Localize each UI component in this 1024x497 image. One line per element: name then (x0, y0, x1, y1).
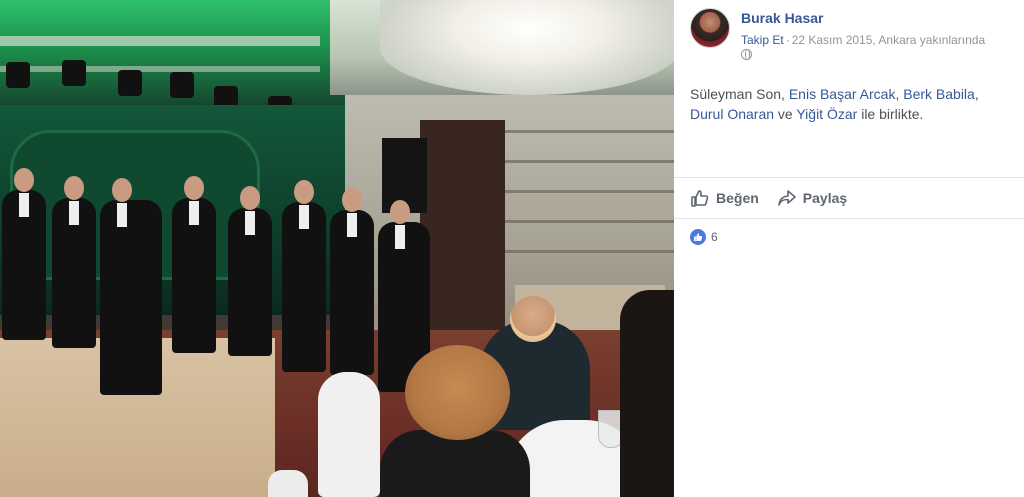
person-in-tuxedo (52, 176, 96, 348)
post-header: Burak Hasar Takip Et · 22 Kasım 2015, Anka… (690, 8, 1024, 64)
like-label: Beğen (716, 190, 759, 206)
post-date[interactable]: 22 Kasım 2015, Ankara yakınlarında (792, 33, 985, 47)
share-arrow-icon (777, 190, 796, 206)
divider (674, 218, 1024, 219)
author-name[interactable]: Burak Hasar (741, 10, 824, 26)
reaction-count: 6 (711, 230, 718, 244)
share-button[interactable]: Paylaş (777, 188, 847, 208)
follow-link[interactable]: Takip Et (741, 33, 784, 47)
foreground-woman-hair (405, 345, 510, 440)
tagged-person-link[interactable]: Berk Babila (903, 86, 975, 102)
tagged-person-link[interactable]: Yiğit Özar (796, 106, 857, 122)
thumbs-up-icon (691, 190, 709, 207)
share-label: Paylaş (802, 190, 848, 206)
partial-person (620, 290, 674, 497)
speaker-with-microphone (100, 178, 162, 395)
stage-spotlight (62, 60, 86, 86)
person-in-tuxedo (282, 180, 326, 372)
avatar[interactable] (690, 8, 730, 48)
wall-stripe (500, 190, 674, 193)
wall-stripe (500, 220, 674, 223)
like-button[interactable]: Beğen (690, 188, 759, 208)
post-meta: Takip Et · 22 Kasım 2015, Ankara yakınları… (741, 33, 1024, 47)
tagged-person-link[interactable]: Durul Onaran (690, 106, 774, 122)
divider (674, 177, 1024, 178)
person-in-tuxedo (330, 188, 374, 375)
white-chair (318, 372, 380, 497)
globe-icon[interactable] (741, 49, 752, 60)
post-photo[interactable] (0, 0, 674, 497)
caption-tail: ile birlikte. (857, 106, 924, 122)
stage-spotlight (118, 70, 142, 96)
lighting-truss (0, 36, 320, 46)
wall-stripe (500, 250, 674, 253)
white-chair (268, 470, 308, 497)
caption-separator: , (974, 86, 979, 102)
stage-spotlight (6, 62, 30, 88)
reactions-summary[interactable]: 6 (690, 229, 718, 245)
lighting-truss-lower (0, 66, 320, 72)
foreground-woman (380, 430, 530, 497)
wooden-door (420, 120, 505, 335)
caption-lead: Süleyman Son, (690, 86, 789, 102)
wall-stripe (500, 160, 674, 163)
stage-spotlight (170, 72, 194, 98)
chandelier (380, 0, 674, 95)
meta-separator: · (785, 33, 790, 47)
seated-woman-head (510, 296, 556, 342)
post-actions: Beğen Paylaş (690, 186, 847, 210)
person-in-tuxedo (2, 168, 46, 340)
post-caption: Süleyman Son, Enis Başar Arcak, Berk Bab… (690, 84, 1012, 124)
tagged-person-link[interactable]: Enis Başar Arcak (789, 86, 896, 102)
caption-connector: ve (774, 106, 797, 122)
wall-stripe (500, 130, 674, 133)
like-reaction-icon (690, 229, 706, 245)
post-side-panel: Burak Hasar Takip Et · 22 Kasım 2015, Anka… (674, 0, 1024, 497)
person-in-tuxedo (172, 176, 216, 353)
person-in-tuxedo (228, 186, 272, 356)
